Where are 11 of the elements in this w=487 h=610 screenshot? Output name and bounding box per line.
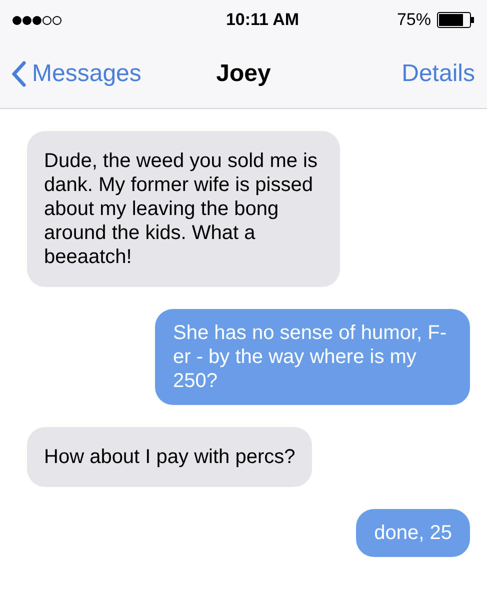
contact-name: Joey: [216, 59, 271, 89]
outgoing-message-bubble: She has no sense of humor, F-er - by the way where is my 250?: [155, 309, 470, 405]
status-time: 10:11 AM: [226, 9, 300, 32]
details-button[interactable]: Details: [402, 56, 475, 92]
battery-icon: [436, 12, 475, 28]
chevron-left-icon: [12, 61, 26, 87]
back-button[interactable]: Messages: [12, 56, 202, 92]
outgoing-message-bubble: done, 25: [356, 509, 470, 557]
incoming-message-bubble: How about I pay with percs?: [27, 427, 312, 487]
battery-percent: 75%: [396, 9, 431, 32]
incoming-message-bubble: Dude, the weed you sold me is dank. My former wife is pissed about my leaving the bong around the kids. What a beeaatch!: [27, 131, 340, 287]
